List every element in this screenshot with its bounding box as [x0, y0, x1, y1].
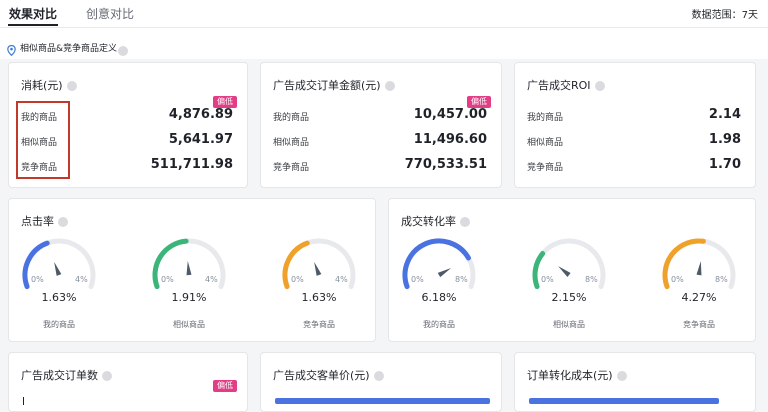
card-avg-price: 广告成交客单价(元): [260, 352, 502, 412]
gauge-value: 4.27%: [681, 291, 717, 304]
row-value-competitor: 511,711.98: [150, 157, 233, 172]
gauge-svg: [662, 238, 736, 290]
gauge-max-label: 4%: [205, 275, 218, 284]
gauge: 0% 4% 1.91% 相似商品: [149, 235, 249, 355]
status-badge: 偏低: [213, 380, 237, 392]
card-order-count: 广告成交订单数 偏低: [8, 352, 248, 412]
gauge: 0% 8% 4.27% 竞争商品: [659, 235, 759, 355]
gauge-needle: [186, 261, 192, 276]
progress-bar: [275, 398, 490, 404]
card-roi: 广告成交ROI 我的商品 2.14 相似商品 1.98 竞争商品 1.70: [514, 62, 756, 188]
gauge-needle: [314, 261, 322, 276]
row-value-similar: 5,641.97: [168, 132, 233, 147]
progress-bar: [529, 398, 719, 404]
help-icon[interactable]: [66, 81, 77, 91]
row-value-similar: 11,496.60: [413, 132, 487, 147]
gauge-svg: [22, 238, 96, 290]
help-icon[interactable]: [102, 371, 112, 381]
gauge: 0% 8% 2.15% 相似商品: [529, 235, 629, 355]
data-range-label: 数据范围：7天: [691, 10, 758, 21]
tab-effect-compare[interactable]: 效果对比: [9, 5, 57, 22]
gauge-min-label: 0%: [291, 275, 304, 284]
card-title-order-count: 广告成交订单数: [21, 369, 98, 382]
help-icon[interactable]: [373, 371, 384, 381]
card-title-order-cost: 订单转化成本(元): [527, 369, 613, 382]
row-label-similar: 相似商品: [273, 138, 310, 148]
gauge-svg: [152, 238, 226, 290]
gauge-min-label: 0%: [161, 275, 174, 284]
help-icon[interactable]: [384, 81, 395, 91]
gauge: 0% 4% 1.63% 我的商品: [19, 235, 119, 355]
gauge-needle: [54, 261, 62, 276]
card-order-cost: 订单转化成本(元): [514, 352, 756, 412]
top-tab-bar: 效果对比 创意对比 数据范围：7天: [0, 0, 768, 28]
bar-axis-line: [23, 397, 24, 405]
active-tab-indicator: [8, 24, 58, 26]
row-value-similar: 1.98: [708, 132, 741, 147]
gauge-min-label: 0%: [541, 275, 554, 284]
gauge-min-label: 0%: [411, 275, 424, 284]
gauge-max-label: 8%: [585, 275, 598, 284]
gauge-svg: [402, 238, 476, 290]
gauge-name: 我的商品: [423, 320, 455, 329]
gauge-needle: [437, 267, 452, 278]
location-pin-icon: [7, 41, 16, 60]
gauge-value: 1.63%: [301, 291, 337, 304]
gauge-needle: [558, 266, 571, 277]
row-value-mine: 2.14: [708, 107, 741, 122]
gauge-svg: [282, 238, 356, 290]
gauge-max-label: 4%: [335, 275, 348, 284]
card-cvr: 成交转化率 0% 8% 6.18% 我的商品 0% 8% 2.15% 相似商品 0% 8% 4.27…: [388, 198, 756, 342]
help-icon[interactable]: [118, 40, 128, 59]
row-label-competitor: 竞争商品: [527, 163, 564, 173]
gauge-name: 相似商品: [553, 320, 585, 329]
card-title-ctr: 点击率: [21, 215, 54, 228]
gauge: 0% 4% 1.63% 竞争商品: [279, 235, 379, 355]
row-value-mine: 4,876.89: [168, 107, 233, 122]
gauge-needle: [696, 261, 702, 276]
definition-label: 相似商品&竞争商品定义: [20, 44, 118, 54]
gauge: 0% 8% 6.18% 我的商品: [399, 235, 499, 355]
card-title-order-amount: 广告成交订单金额(元): [273, 79, 381, 92]
definition-bar: 相似商品&竞争商品定义: [0, 28, 768, 59]
gauge-value: 1.91%: [171, 291, 207, 304]
help-icon[interactable]: [58, 217, 68, 227]
row-label-similar: 相似商品: [527, 138, 564, 148]
card-title-spend: 消耗(元): [21, 79, 63, 92]
gauge-max-label: 8%: [455, 275, 468, 284]
card-title-avg-price: 广告成交客单价(元): [273, 369, 370, 382]
gauge-min-label: 0%: [671, 275, 684, 284]
gauge-max-label: 4%: [75, 275, 88, 284]
card-order-amount: 广告成交订单金额(元) 偏低 我的商品 10,457.00 相似商品 11,49…: [260, 62, 502, 188]
gauge-value: 6.18%: [421, 291, 457, 304]
highlight-box: [16, 101, 70, 179]
card-ctr: 点击率 0% 4% 1.63% 我的商品 0% 4% 1.91% 相似商品 0% 4% 1.63% 竞…: [8, 198, 376, 342]
help-icon[interactable]: [616, 371, 627, 381]
row-label-competitor: 竞争商品: [273, 163, 310, 173]
gauge-name: 竞争商品: [683, 320, 715, 329]
gauge-name: 相似商品: [173, 320, 205, 329]
gauge-name: 竞争商品: [303, 320, 335, 329]
gauge-name: 我的商品: [43, 320, 75, 329]
row-value-competitor: 1.70: [708, 157, 741, 172]
row-value-mine: 10,457.00: [413, 107, 487, 122]
row-label-mine: 我的商品: [527, 113, 564, 123]
gauge-value: 2.15%: [551, 291, 587, 304]
help-icon[interactable]: [460, 217, 470, 227]
gauge-min-label: 0%: [31, 275, 44, 284]
gauge-svg: [532, 238, 606, 290]
help-icon[interactable]: [594, 81, 605, 91]
gauge-value: 1.63%: [41, 291, 77, 304]
row-label-mine: 我的商品: [273, 113, 310, 123]
gauge-max-label: 8%: [715, 275, 728, 284]
tab-creative-compare[interactable]: 创意对比: [86, 5, 134, 22]
card-title-roi: 广告成交ROI: [527, 79, 591, 92]
row-value-competitor: 770,533.51: [404, 157, 487, 172]
card-title-cvr: 成交转化率: [401, 215, 456, 228]
